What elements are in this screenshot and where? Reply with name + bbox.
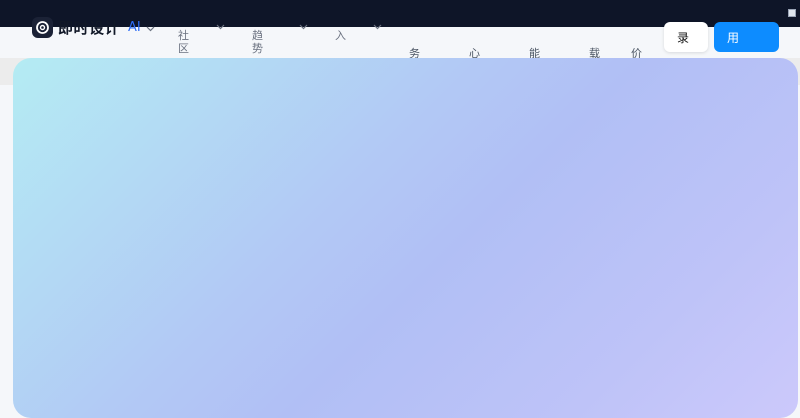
nav-item-trends[interactable]: 趋势: [252, 29, 266, 55]
logo-text: 即时设计: [58, 19, 121, 37]
logo-icon: [32, 17, 53, 38]
free-use-button[interactable]: 用: [714, 22, 779, 52]
login-button[interactable]: 录: [664, 22, 708, 52]
hero-banner: [13, 58, 798, 418]
logo[interactable]: 即时设计: [32, 17, 120, 38]
site-header: 即时设计 AI 社区 趋势 入 务 心 能 载 价 录 用: [0, 0, 800, 60]
chevron-down-icon: [146, 26, 155, 32]
ai-menu[interactable]: AI: [128, 20, 141, 35]
nav-item-community[interactable]: 社区: [178, 29, 192, 55]
chevron-down-icon: [299, 24, 308, 30]
chevron-down-icon: [216, 24, 225, 30]
chevron-down-icon: [373, 24, 382, 30]
nav-item-enter[interactable]: 入: [335, 29, 349, 42]
